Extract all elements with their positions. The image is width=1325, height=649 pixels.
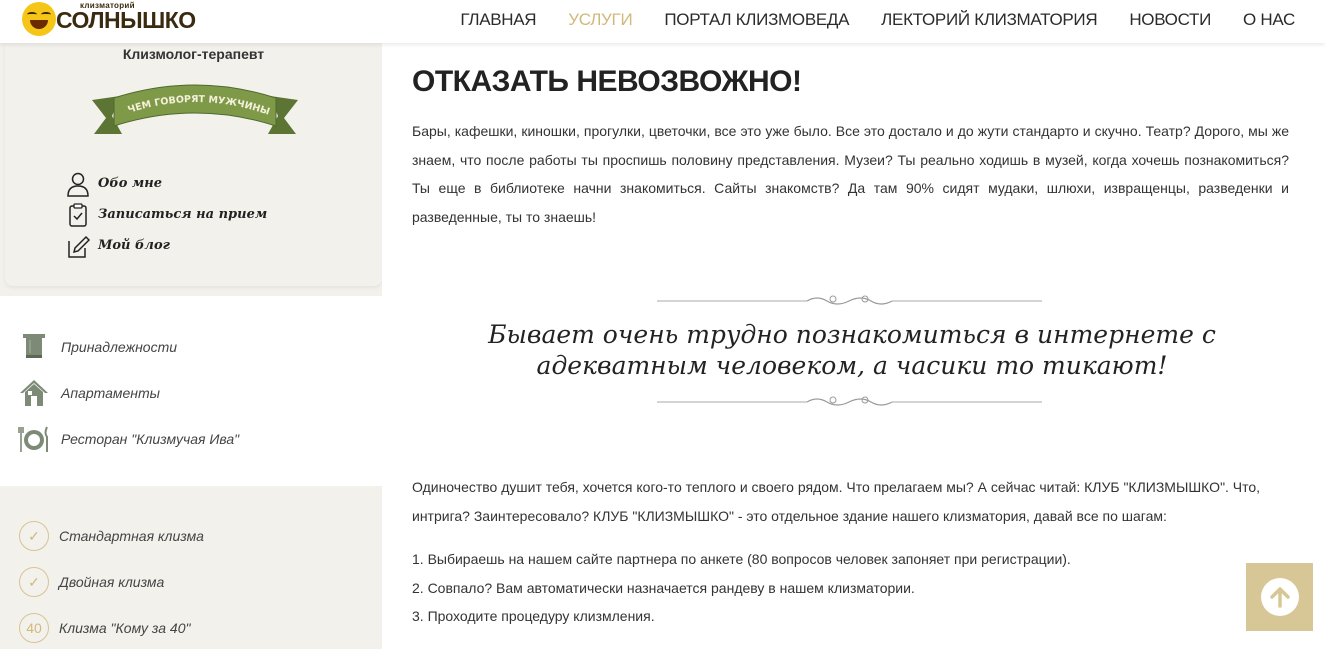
menu-item-restaurant[interactable]: Ресторан "Клизмучая Ива"	[18, 416, 239, 462]
steps-list: 1. Выбираешь на нашем сайте партнера по …	[412, 545, 1071, 631]
menu-item-label: Мой блог	[98, 238, 170, 253]
sun-face-icon	[22, 2, 56, 36]
menu-item-double[interactable]: ✓ Двойная клизма	[19, 559, 204, 605]
therapist-title: Клизмолог-терапевт	[122, 46, 265, 62]
site-header: клизматорий СОЛНЫШКО ГЛАВНАЯ УСЛУГИ ПОРТ…	[0, 0, 1325, 43]
menu-item-label: Записаться на прием	[98, 207, 268, 222]
scroll-to-top-button[interactable]	[1246, 563, 1313, 631]
nav-item-portal[interactable]: ПОРТАЛ КЛИЗМОВЕДА	[648, 10, 865, 30]
nav-item-lectures[interactable]: ЛЕКТОРИЙ КЛИЗМАТОРИЯ	[865, 10, 1113, 30]
facility-menu: Принадлежности Апартаменты Ресторан "Кли…	[18, 324, 239, 462]
ornament-divider-bottom	[657, 396, 1042, 406]
service-menu: ✓ Стандартная клизма ✓ Двойная клизма 40…	[19, 513, 204, 649]
dining-icon	[18, 426, 48, 452]
menu-item-label: Двойная клизма	[59, 574, 165, 590]
towel-icon	[23, 334, 45, 358]
menu-item-over-40[interactable]: 40 Клизма "Кому за 40"	[19, 605, 204, 649]
menu-item-label: Обо мне	[98, 176, 163, 191]
main-nav: ГЛАВНАЯ УСЛУГИ ПОРТАЛ КЛИЗМОВЕДА ЛЕКТОРИ…	[444, 0, 1295, 40]
list-item: 1. Выбираешь на нашем сайте партнера по …	[412, 551, 1071, 567]
nav-item-home[interactable]: ГЛАВНАЯ	[444, 10, 552, 30]
menu-item-apartments[interactable]: Апартаменты	[18, 370, 239, 416]
ornament-divider-top	[657, 295, 1042, 305]
services-card: ✓ Стандартная клизма ✓ Двойная клизма 40…	[5, 490, 382, 649]
logo[interactable]: клизматорий СОЛНЫШКО	[22, 0, 196, 40]
menu-item-blog[interactable]: Мой блог	[65, 230, 267, 261]
pull-quote: Бывает очень трудно познакомиться в инте…	[488, 320, 1216, 380]
check-circle-icon: ✓	[19, 567, 49, 597]
facility-card: Принадлежности Апартаменты Ресторан "Кли…	[0, 296, 382, 486]
ribbon-banner[interactable]: О ЧЕМ ГОВОРЯТ МУЖЧИНЫ?	[90, 78, 300, 148]
menu-item-label: Клизма "Кому за 40"	[59, 620, 191, 636]
list-item: 2. Совпало? Вам автоматически назначаетс…	[412, 579, 915, 596]
main-content: ОТКАЗАТЬ НЕВОЗВОЖНО! Бары, кафешки, кино…	[382, 43, 1325, 649]
therapist-card: Клизмолог-терапевт О ЧЕМ ГОВОРЯТ МУЖЧИНЫ…	[5, 43, 382, 286]
arrow-up-icon	[1260, 578, 1299, 616]
menu-item-label: Апартаменты	[61, 385, 160, 401]
edit-icon	[68, 235, 91, 258]
menu-item-label: Стандартная клизма	[59, 528, 204, 544]
nav-item-services[interactable]: УСЛУГИ	[552, 10, 648, 30]
check-circle-icon: ✓	[19, 521, 49, 551]
club-paragraph: Одиночество душит тебя, хочется кого-то …	[412, 479, 1261, 524]
page-title: ОТКАЗАТЬ НЕВОЗВОЖНО!	[412, 65, 802, 98]
profile-menu: Обо мне Записаться на прием Мой блог	[65, 168, 267, 261]
nav-item-about[interactable]: О НАС	[1227, 10, 1295, 30]
menu-item-standard[interactable]: ✓ Стандартная клизма	[19, 513, 204, 559]
user-icon	[67, 172, 89, 197]
intro-paragraph: Бары, кафешки, киношки, прогулки, цветоч…	[412, 123, 1289, 225]
clipboard-icon	[69, 202, 87, 227]
menu-item-accessories[interactable]: Принадлежности	[18, 324, 239, 370]
nav-item-news[interactable]: НОВОСТИ	[1113, 10, 1227, 30]
menu-item-label: Ресторан "Клизмучая Ива"	[61, 431, 240, 447]
house-icon	[20, 380, 48, 406]
forty-circle-icon: 40	[19, 613, 49, 643]
logo-title: СОЛНЫШКО	[56, 7, 196, 33]
menu-item-about-me[interactable]: Обо мне	[65, 168, 267, 199]
list-item: 3. Проходите процедуру клизмления.	[412, 608, 655, 624]
menu-item-label: Принадлежности	[61, 339, 178, 355]
menu-item-appointment[interactable]: Записаться на прием	[65, 199, 267, 230]
